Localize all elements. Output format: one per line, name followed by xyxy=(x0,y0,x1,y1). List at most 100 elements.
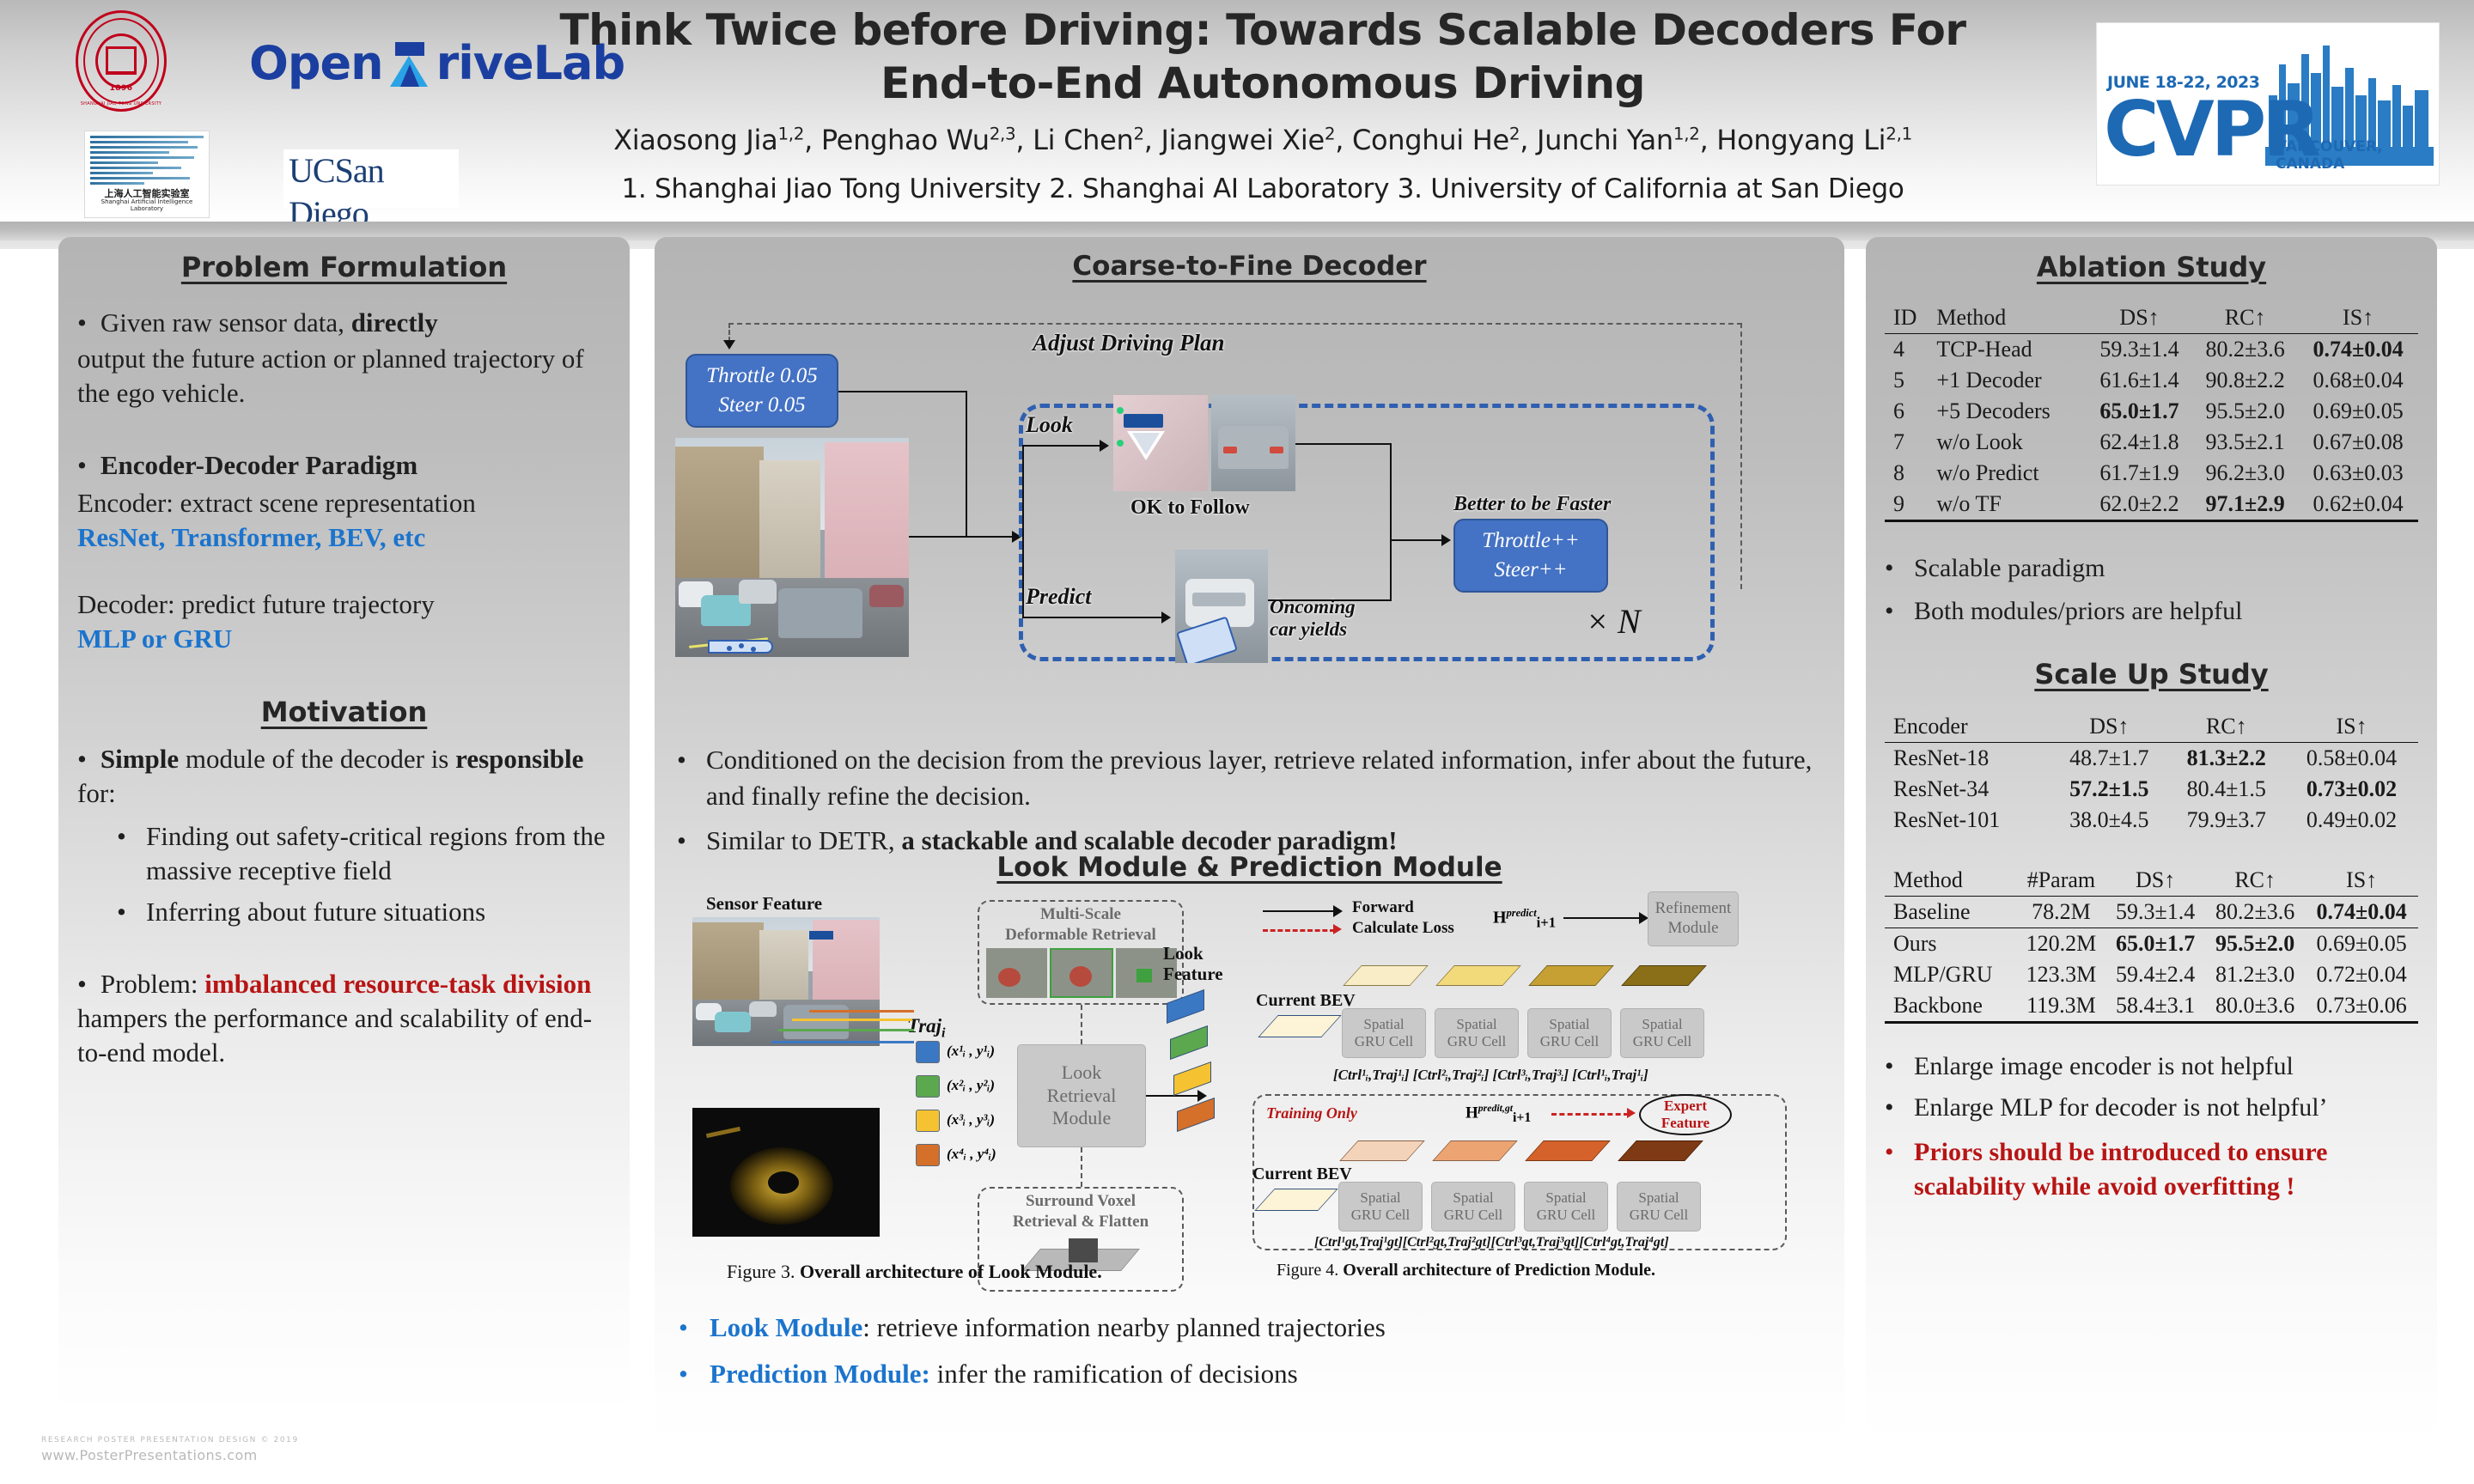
lrm-l2: Retrieval xyxy=(1046,1084,1117,1106)
cell-rc: 81.2±3.0 xyxy=(2215,962,2295,987)
section-title-problem-formulation: Problem Formulation xyxy=(180,251,508,283)
cell-rc: 97.1±2.9 xyxy=(2192,489,2299,522)
cell-ds: 61.6±1.4 xyxy=(2099,368,2179,392)
sail-bars-icon xyxy=(90,136,204,189)
th-ds: DS↑ xyxy=(2089,714,2130,739)
section-title-scale-up-study: Scale Up Study xyxy=(2034,658,2269,690)
cell-is: 0.74±0.04 xyxy=(2305,896,2418,928)
prediction-module-key: Prediction Module: xyxy=(710,1359,930,1389)
th-rc: RC↑ xyxy=(2224,305,2266,330)
cell-rc: 80.4±1.5 xyxy=(2186,776,2266,801)
panel-right: Ablation Study ID Method DS↑ RC↑ IS↑ 4 T… xyxy=(1866,237,2437,1439)
look-retrieval-module: Look Retrieval Module xyxy=(1017,1044,1146,1147)
cell-method: Baseline xyxy=(1885,896,2017,928)
table-row: 4 TCP-Head 59.3±1.4 80.2±3.6 0.74±0.04 xyxy=(1885,333,2418,365)
bullet-problem-1: • Given raw sensor data, directly output … xyxy=(77,306,611,411)
bullet-motivation-1: • Simple module of the decoder is respons… xyxy=(77,744,584,808)
control-output-box: Throttle 0.05 Steer 0.05 xyxy=(686,354,838,428)
cell-method: Backbone xyxy=(1885,990,2017,1024)
cell-id: 5 xyxy=(1893,368,1904,392)
list-item: • Conditioned on the decision from the p… xyxy=(677,742,1819,814)
traj-word: Traj xyxy=(907,1015,942,1037)
th-id: ID xyxy=(1893,305,1917,330)
refined-line1: Throttle++ xyxy=(1482,529,1580,553)
list-item: • Inferring about future situations xyxy=(117,895,611,929)
bullet-problem-1-bold: directly xyxy=(350,307,438,338)
traj-point-1: (x¹ᵢ , y¹ᵢ) xyxy=(947,1043,996,1059)
th-ds: DS↑ xyxy=(2135,867,2176,892)
table-row: 8 w/o Predict 61.7±1.9 96.2±3.0 0.63±0.0… xyxy=(1885,458,2418,489)
fig3-caption-bold: Overall architecture of Look Module. xyxy=(799,1261,1102,1282)
traj-chip-1 xyxy=(916,1041,940,1063)
encoder-table-body: ResNet-18 48.7±1.7 81.3±2.2 0.58±0.04 Re… xyxy=(1885,742,2418,836)
cell-rc: 95.5±2.0 xyxy=(2205,398,2285,423)
table-row: Backbone 119.3M 58.4±3.1 80.0±3.6 0.73±0… xyxy=(1885,990,2418,1024)
cell-is: 0.69±0.05 xyxy=(2305,928,2418,959)
list-item: • Look Module: retrieve information near… xyxy=(679,1312,1386,1342)
table-row: 5 +1 Decoder 61.6±1.4 90.8±2.2 0.68±0.04 xyxy=(1885,365,2418,396)
encoder-line: Encoder: extract scene representation xyxy=(77,488,476,518)
ucsd-logo: UCSan Diego xyxy=(283,149,459,222)
th-method: Method xyxy=(1893,867,1963,892)
right-content: Ablation Study ID Method DS↑ RC↑ IS↑ 4 T… xyxy=(1866,251,2437,1204)
th-encoder: Encoder xyxy=(1893,714,1968,739)
cell-param: 123.3M xyxy=(2026,962,2097,987)
cell-method: +5 Decoders xyxy=(1936,398,2050,423)
feedback-arrow-head xyxy=(723,340,735,350)
right-bullets-2: • Enlarge image encoder is not helpful •… xyxy=(1885,1049,2418,1204)
fig4-gru-bot-1: Spatial GRU Cell xyxy=(1338,1182,1423,1232)
lrm-l1: Look xyxy=(1061,1061,1102,1084)
cell-ds: 61.7±1.9 xyxy=(2099,460,2179,485)
center-bottom-bullets: • Look Module: retrieve information near… xyxy=(679,1312,1821,1390)
fig4-gru-bot-4: Spatial GRU Cell xyxy=(1617,1182,1701,1232)
problem-rest: hampers the performance and scalability … xyxy=(77,1003,593,1067)
look-branch-line xyxy=(1022,445,1101,447)
fig4-h-gt: Hpredit,gti+1 xyxy=(1466,1103,1531,1126)
cell-ds: 48.7±1.7 xyxy=(2050,742,2168,774)
cvpr-logo: JUNE 18-22, 2023 CVPR VANCOUVER, CANADA xyxy=(2096,22,2440,186)
gru-l2: GRU Cell xyxy=(1536,1207,1596,1223)
fig3-lidar-image xyxy=(692,1108,880,1237)
cell-id: 7 xyxy=(1893,429,1904,454)
refine-l1: Refinement xyxy=(1654,899,1732,918)
cell-rc: 79.9±3.7 xyxy=(2186,807,2266,832)
gru-l1: Spatial xyxy=(1549,1015,1590,1032)
cell-is: 0.68±0.04 xyxy=(2313,368,2404,392)
fig3-sensor-feature-label: Sensor Feature xyxy=(706,893,823,914)
poster-credit: RESEARCH POSTER PRESENTATION DESIGN © 20… xyxy=(41,1436,299,1463)
cell-method: MLP/GRU xyxy=(1893,962,1993,987)
th-is: IS↑ xyxy=(2343,305,2374,330)
ucsd-text: UCSan Diego xyxy=(289,151,385,222)
ok-to-follow-label: OK to Follow xyxy=(1130,496,1250,519)
refinement-module-box: Refinement Module xyxy=(1648,891,1739,946)
cell-method: TCP-Head xyxy=(1928,333,2087,365)
gru-l2: GRU Cell xyxy=(1354,1033,1414,1049)
look-feature-bar-4 xyxy=(1177,1097,1215,1133)
predict-arrow xyxy=(1161,611,1171,623)
bullet-problem-1-pre: Given raw sensor data, xyxy=(100,307,351,338)
cell-ds: 62.4±1.8 xyxy=(2099,429,2179,454)
odl-text-pre: Open xyxy=(249,36,384,90)
encoder-examples: ResNet, Transformer, BEV, etc xyxy=(77,522,426,552)
fig3-multiscale-l1: Multi-Scale xyxy=(1040,905,1121,923)
fig3-conn-up xyxy=(1081,1005,1082,1044)
cell-method: +1 Decoder xyxy=(1936,368,2042,392)
look-crop-right xyxy=(1211,395,1295,491)
fig4-inputs-top: [Ctrl¹ᵢ,Traj¹ᵢ] [Ctrl²ᵢ,Traj²ᵢ] [Ctrl³ᵢ,… xyxy=(1333,1067,1648,1083)
table-row: Baseline 78.2M 59.3±1.4 80.2±3.6 0.74±0.… xyxy=(1885,896,2418,928)
look-feature-l2: Feature xyxy=(1163,964,1223,984)
look-feature-bar-2 xyxy=(1170,1025,1208,1061)
feedback-line-right xyxy=(1740,323,1742,589)
section-title-coarse-to-fine: Coarse-to-Fine Decoder xyxy=(1072,251,1427,282)
fig4-bev-slab-top xyxy=(1258,1015,1342,1037)
ablation-table-body: 4 TCP-Head 59.3±1.4 80.2±3.6 0.74±0.04 5… xyxy=(1885,333,2418,522)
adjust-driving-plan-label: Adjust Driving Plan xyxy=(1033,330,1225,356)
cell-ds: 59.4±2.4 xyxy=(2115,962,2196,987)
authors-line: Xiaosong Jia1,2, Penghao Wu2,3, Li Chen2… xyxy=(613,124,1912,156)
control-box-line2: Steer 0.05 xyxy=(718,393,806,417)
right-bullets-1: • Scalable paradigm • Both modules/prior… xyxy=(1885,551,2418,629)
cell-method: w/o TF xyxy=(1928,489,2087,522)
panel-center: Coarse-to-Fine Decoder Adjust Driving Pl… xyxy=(655,237,1844,1439)
fig3-conn-down xyxy=(1081,1147,1082,1187)
gru-l2: GRU Cell xyxy=(1629,1207,1689,1223)
